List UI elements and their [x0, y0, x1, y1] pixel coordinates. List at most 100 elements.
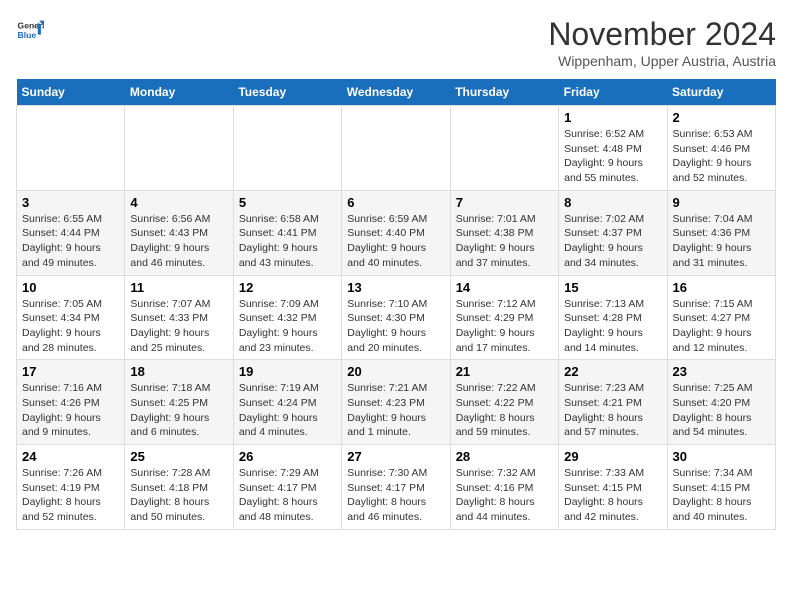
day-number: 11: [130, 280, 227, 295]
day-number: 22: [564, 364, 661, 379]
day-info: Sunrise: 7:30 AMSunset: 4:17 PMDaylight:…: [347, 466, 444, 525]
calendar-cell: 27 Sunrise: 7:30 AMSunset: 4:17 PMDayligh…: [342, 445, 450, 530]
day-number: 7: [456, 195, 553, 210]
day-number: 23: [673, 364, 770, 379]
calendar-cell: 19Sunrise: 7:19 AMSunset: 4:24 PMDayligh…: [233, 360, 341, 445]
calendar-cell: [125, 106, 233, 191]
calendar-cell: 25 Sunrise: 7:28 AMSunset: 4:18 PMDayligh…: [125, 445, 233, 530]
calendar-week-row: 3 Sunrise: 6:55 AMSunset: 4:44 PMDaylight…: [17, 190, 776, 275]
calendar-cell: 21 Sunrise: 7:22 AMSunset: 4:22 PMDayligh…: [450, 360, 558, 445]
weekday-header: Tuesday: [233, 79, 341, 106]
day-info: Sunrise: 7:22 AMSunset: 4:22 PMDaylight:…: [456, 381, 553, 440]
calendar-header-row: SundayMondayTuesdayWednesdayThursdayFrid…: [17, 79, 776, 106]
day-number: 17: [22, 364, 119, 379]
day-info: Sunrise: 7:01 AMSunset: 4:38 PMDaylight:…: [456, 212, 553, 271]
day-info: Sunrise: 7:18 AMSunset: 4:25 PMDaylight:…: [130, 381, 227, 440]
day-number: 29: [564, 449, 661, 464]
day-number: 20: [347, 364, 444, 379]
calendar-cell: 2 Sunrise: 6:53 AMSunset: 4:46 PMDaylight…: [667, 106, 775, 191]
day-number: 6: [347, 195, 444, 210]
day-number: 27: [347, 449, 444, 464]
logo-icon: General Blue: [16, 16, 44, 44]
weekday-header: Sunday: [17, 79, 125, 106]
calendar-cell: 4 Sunrise: 6:56 AMSunset: 4:43 PMDaylight…: [125, 190, 233, 275]
day-info: Sunrise: 7:09 AMSunset: 4:32 PMDaylight:…: [239, 297, 336, 356]
day-number: 4: [130, 195, 227, 210]
day-info: Sunrise: 7:25 AMSunset: 4:20 PMDaylight:…: [673, 381, 770, 440]
calendar-cell: 26Sunrise: 7:29 AMSunset: 4:17 PMDayligh…: [233, 445, 341, 530]
calendar-table: SundayMondayTuesdayWednesdayThursdayFrid…: [16, 79, 776, 530]
weekday-header: Monday: [125, 79, 233, 106]
day-info: Sunrise: 7:10 AMSunset: 4:30 PMDaylight:…: [347, 297, 444, 356]
day-info: Sunrise: 7:04 AMSunset: 4:36 PMDaylight:…: [673, 212, 770, 271]
day-number: 14: [456, 280, 553, 295]
day-info: Sunrise: 6:56 AMSunset: 4:43 PMDaylight:…: [130, 212, 227, 271]
calendar-cell: 1 Sunrise: 6:52 AMSunset: 4:48 PMDaylight…: [559, 106, 667, 191]
calendar-cell: 16Sunrise: 7:15 AMSunset: 4:27 PMDayligh…: [667, 275, 775, 360]
day-info: Sunrise: 6:58 AMSunset: 4:41 PMDaylight:…: [239, 212, 336, 271]
day-info: Sunrise: 7:13 AMSunset: 4:28 PMDaylight:…: [564, 297, 661, 356]
day-info: Sunrise: 7:02 AMSunset: 4:37 PMDaylight:…: [564, 212, 661, 271]
day-number: 13: [347, 280, 444, 295]
day-info: Sunrise: 6:55 AMSunset: 4:44 PMDaylight:…: [22, 212, 119, 271]
weekday-header: Friday: [559, 79, 667, 106]
day-info: Sunrise: 7:12 AMSunset: 4:29 PMDaylight:…: [456, 297, 553, 356]
calendar-cell: [233, 106, 341, 191]
logo: General Blue: [16, 16, 44, 44]
day-number: 28: [456, 449, 553, 464]
calendar-week-row: 10Sunrise: 7:05 AMSunset: 4:34 PMDayligh…: [17, 275, 776, 360]
weekday-header: Thursday: [450, 79, 558, 106]
calendar-cell: 28Sunrise: 7:32 AMSunset: 4:16 PMDayligh…: [450, 445, 558, 530]
calendar-cell: 18 Sunrise: 7:18 AMSunset: 4:25 PMDayligh…: [125, 360, 233, 445]
page-header: General Blue November 2024 Wippenham, Up…: [16, 16, 776, 69]
day-info: Sunrise: 7:28 AMSunset: 4:18 PMDaylight:…: [130, 466, 227, 525]
day-info: Sunrise: 7:26 AMSunset: 4:19 PMDaylight:…: [22, 466, 119, 525]
calendar-cell: 10Sunrise: 7:05 AMSunset: 4:34 PMDayligh…: [17, 275, 125, 360]
day-info: Sunrise: 6:59 AMSunset: 4:40 PMDaylight:…: [347, 212, 444, 271]
day-info: Sunrise: 6:53 AMSunset: 4:46 PMDaylight:…: [673, 127, 770, 186]
calendar-cell: 9 Sunrise: 7:04 AMSunset: 4:36 PMDaylight…: [667, 190, 775, 275]
calendar-cell: 15 Sunrise: 7:13 AMSunset: 4:28 PMDayligh…: [559, 275, 667, 360]
calendar-cell: 17Sunrise: 7:16 AMSunset: 4:26 PMDayligh…: [17, 360, 125, 445]
location: Wippenham, Upper Austria, Austria: [548, 53, 776, 69]
day-number: 18: [130, 364, 227, 379]
calendar-cell: 30Sunrise: 7:34 AMSunset: 4:15 PMDayligh…: [667, 445, 775, 530]
calendar-cell: 23 Sunrise: 7:25 AMSunset: 4:20 PMDayligh…: [667, 360, 775, 445]
day-number: 10: [22, 280, 119, 295]
calendar-week-row: 24 Sunrise: 7:26 AMSunset: 4:19 PMDayligh…: [17, 445, 776, 530]
day-number: 25: [130, 449, 227, 464]
day-number: 21: [456, 364, 553, 379]
day-info: Sunrise: 6:52 AMSunset: 4:48 PMDaylight:…: [564, 127, 661, 186]
calendar-week-row: 1 Sunrise: 6:52 AMSunset: 4:48 PMDaylight…: [17, 106, 776, 191]
weekday-header: Saturday: [667, 79, 775, 106]
calendar-cell: 11 Sunrise: 7:07 AMSunset: 4:33 PMDayligh…: [125, 275, 233, 360]
calendar-cell: 24 Sunrise: 7:26 AMSunset: 4:19 PMDayligh…: [17, 445, 125, 530]
day-number: 8: [564, 195, 661, 210]
calendar-cell: 13 Sunrise: 7:10 AMSunset: 4:30 PMDayligh…: [342, 275, 450, 360]
day-number: 24: [22, 449, 119, 464]
day-info: Sunrise: 7:34 AMSunset: 4:15 PMDaylight:…: [673, 466, 770, 525]
calendar-cell: 3 Sunrise: 6:55 AMSunset: 4:44 PMDaylight…: [17, 190, 125, 275]
weekday-header: Wednesday: [342, 79, 450, 106]
calendar-cell: 14 Sunrise: 7:12 AMSunset: 4:29 PMDayligh…: [450, 275, 558, 360]
day-number: 15: [564, 280, 661, 295]
day-info: Sunrise: 7:07 AMSunset: 4:33 PMDaylight:…: [130, 297, 227, 356]
calendar-cell: 5Sunrise: 6:58 AMSunset: 4:41 PMDaylight…: [233, 190, 341, 275]
day-number: 3: [22, 195, 119, 210]
day-number: 2: [673, 110, 770, 125]
svg-text:Blue: Blue: [18, 30, 37, 40]
calendar-cell: 22Sunrise: 7:23 AMSunset: 4:21 PMDayligh…: [559, 360, 667, 445]
calendar-cell: [450, 106, 558, 191]
calendar-cell: 6 Sunrise: 6:59 AMSunset: 4:40 PMDaylight…: [342, 190, 450, 275]
day-number: 1: [564, 110, 661, 125]
calendar-cell: [17, 106, 125, 191]
day-number: 9: [673, 195, 770, 210]
calendar-cell: [342, 106, 450, 191]
calendar-week-row: 17Sunrise: 7:16 AMSunset: 4:26 PMDayligh…: [17, 360, 776, 445]
calendar-cell: 29Sunrise: 7:33 AMSunset: 4:15 PMDayligh…: [559, 445, 667, 530]
month-title: November 2024: [548, 16, 776, 53]
title-block: November 2024 Wippenham, Upper Austria, …: [548, 16, 776, 69]
calendar-cell: 8 Sunrise: 7:02 AMSunset: 4:37 PMDaylight…: [559, 190, 667, 275]
day-number: 26: [239, 449, 336, 464]
calendar-cell: 7 Sunrise: 7:01 AMSunset: 4:38 PMDaylight…: [450, 190, 558, 275]
